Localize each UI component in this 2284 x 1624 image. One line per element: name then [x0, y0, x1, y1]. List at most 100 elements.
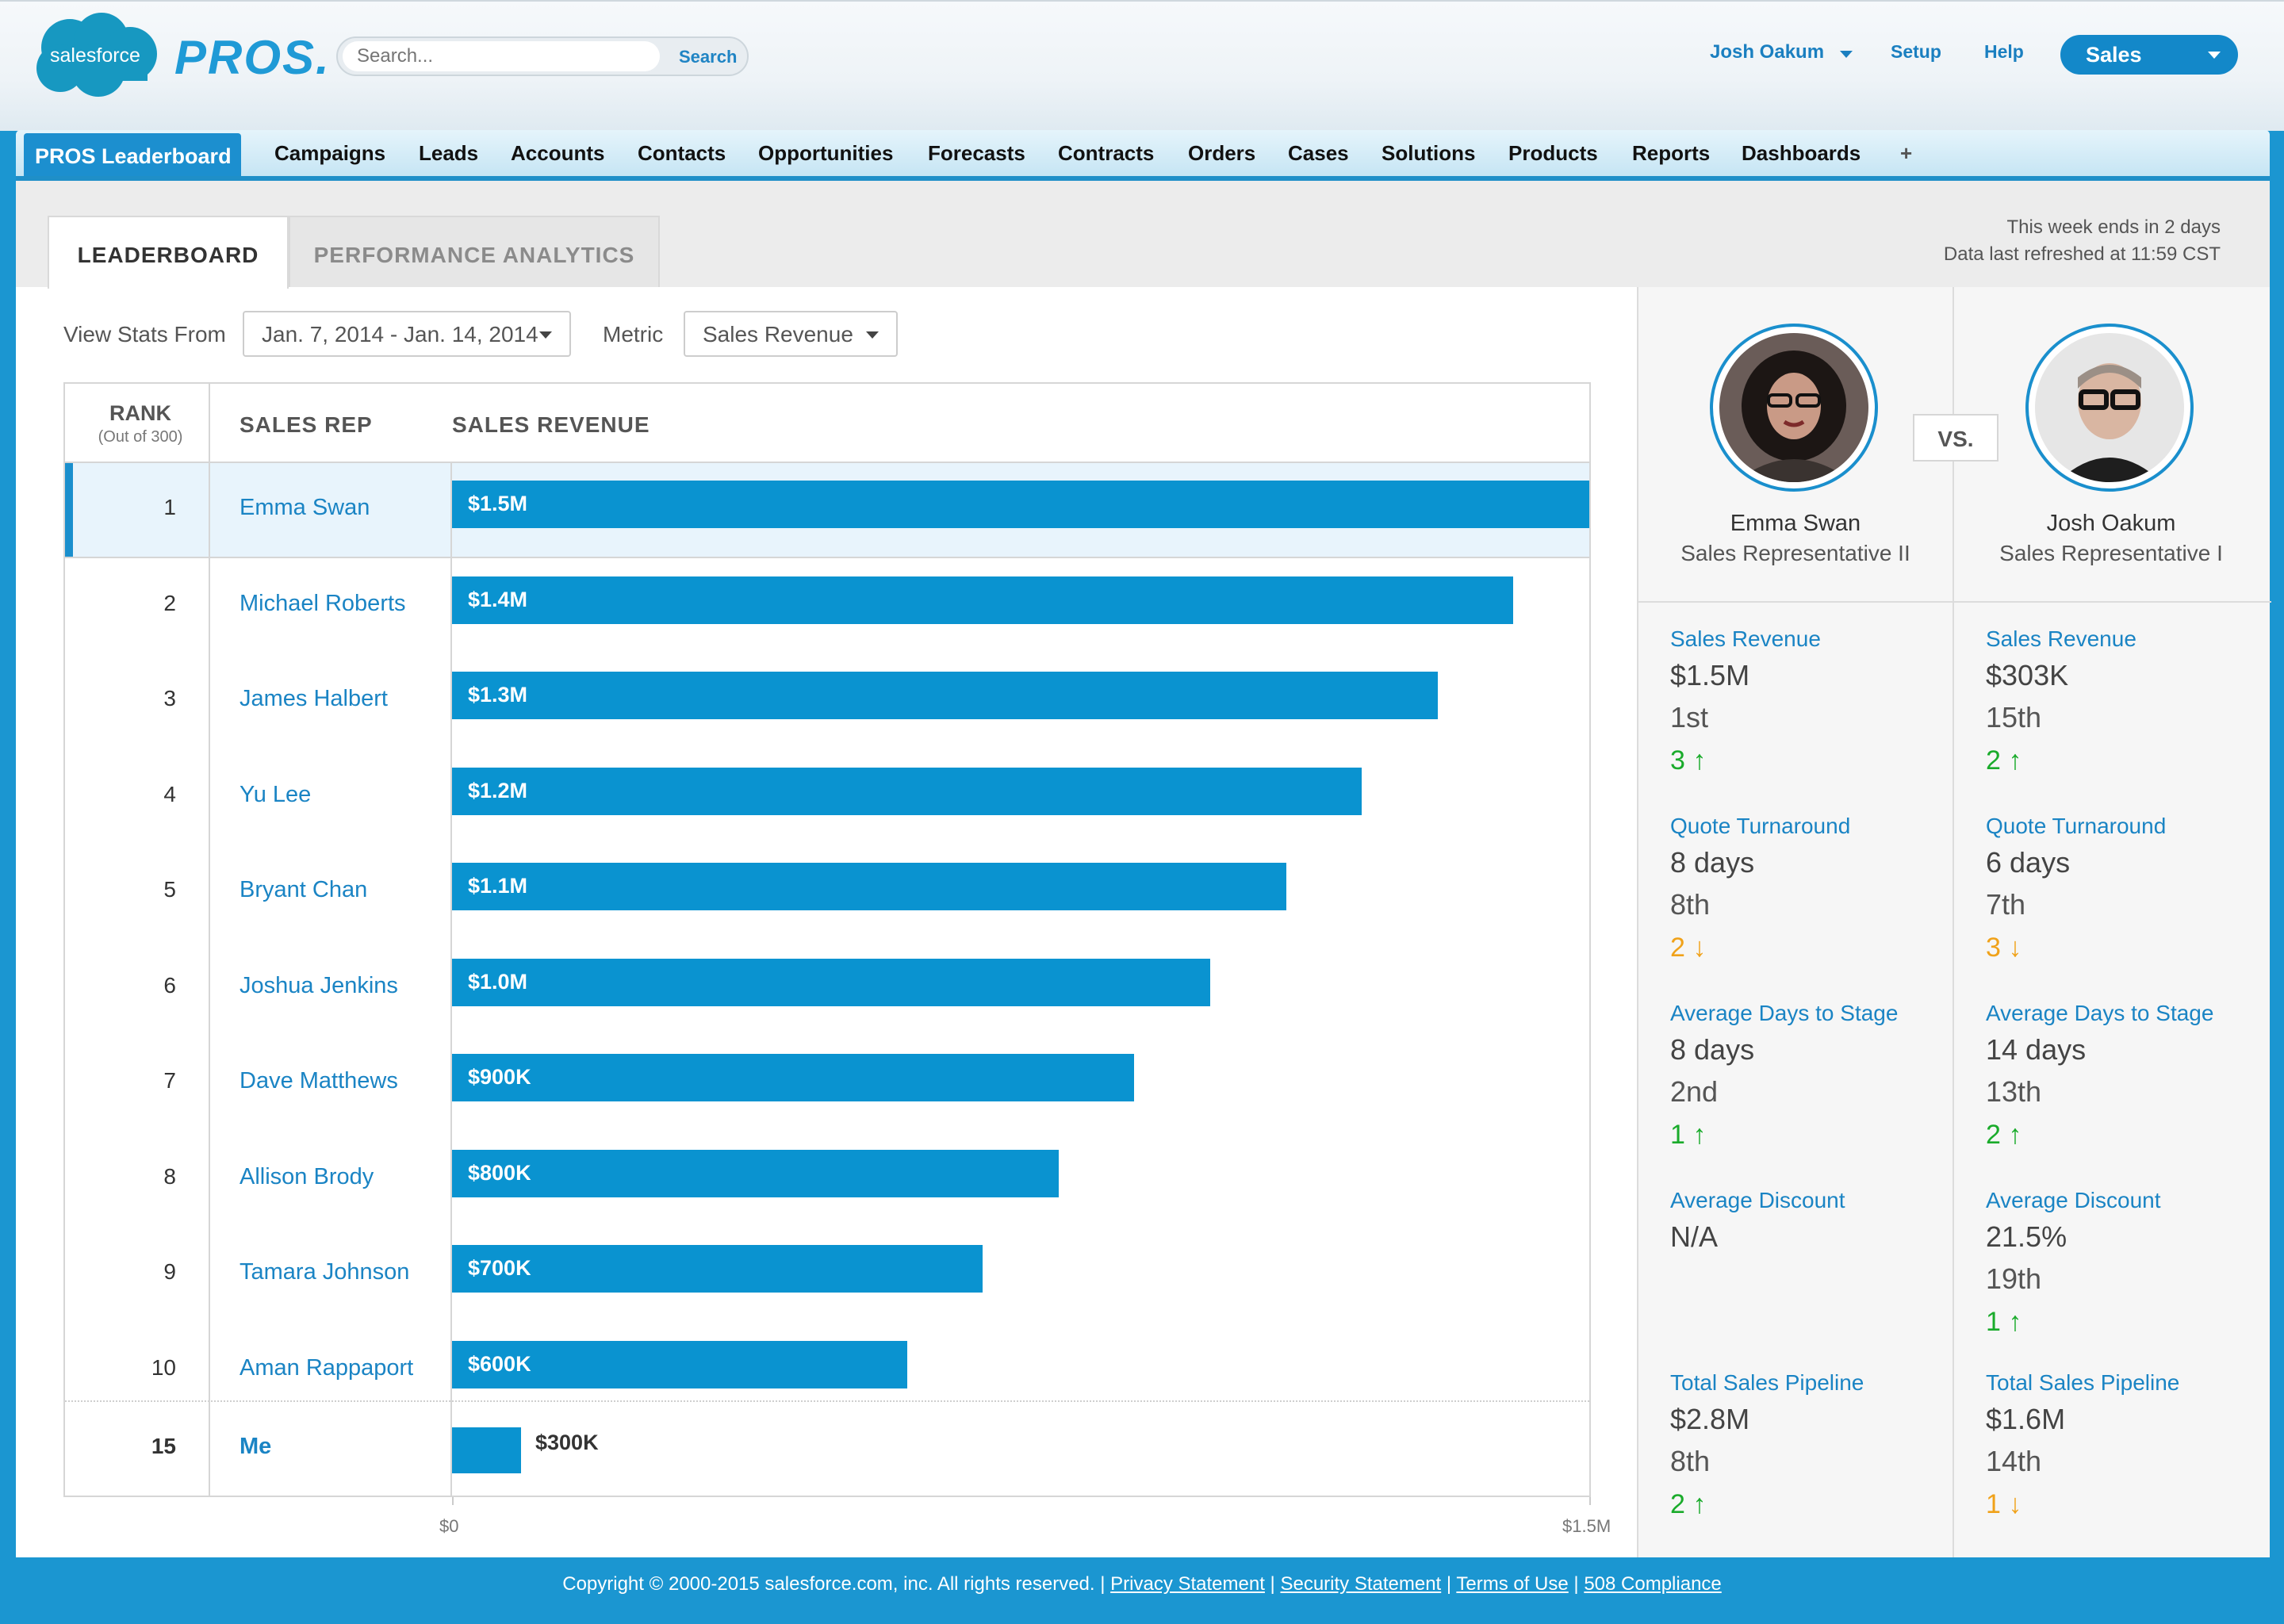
- my-rank-row[interactable]: 15 Me $300K: [65, 1400, 1589, 1496]
- tab-campaigns[interactable]: Campaigns: [274, 141, 385, 166]
- user-menu-caret-icon[interactable]: [1840, 51, 1853, 58]
- view-stats-label: View Stats From: [63, 322, 226, 347]
- bar-value-label: $900K: [468, 1065, 531, 1089]
- tab-accounts[interactable]: Accounts: [511, 141, 604, 166]
- tab-leads[interactable]: Leads: [419, 141, 478, 166]
- table-row[interactable]: 8 Allison Brody $800K: [65, 1132, 1589, 1228]
- date-range-select[interactable]: Jan. 7, 2014 - Jan. 14, 2014: [243, 311, 571, 357]
- stat-value: $1.5M: [1670, 659, 1750, 691]
- tab-orders[interactable]: Orders: [1188, 141, 1255, 166]
- sales-rep-link[interactable]: Dave Matthews: [240, 1068, 398, 1094]
- table-row[interactable]: 9 Tamara Johnson $700K: [65, 1228, 1589, 1323]
- help-link[interactable]: Help: [1984, 41, 2024, 63]
- terms-link[interactable]: Terms of Use: [1456, 1573, 1568, 1595]
- search-input[interactable]: [343, 41, 660, 71]
- sales-rep-link[interactable]: Michael Roberts: [240, 591, 406, 617]
- sales-rep-link[interactable]: Aman Rappaport: [240, 1355, 413, 1381]
- search-box: Search: [336, 36, 749, 76]
- subtab-strip: LEADERBOARD PERFORMANCE ANALYTICS This w…: [16, 181, 2270, 289]
- table-row[interactable]: 6 Joshua Jenkins $1.0M: [65, 941, 1589, 1036]
- main-panel: LEADERBOARD PERFORMANCE ANALYTICS This w…: [16, 181, 2271, 1557]
- sales-rep-link[interactable]: Yu Lee: [240, 782, 311, 808]
- app-switcher[interactable]: Sales: [2060, 35, 2238, 75]
- arrow-up-icon: ↑: [2000, 1307, 2022, 1337]
- stat-title[interactable]: Average Days to Stage: [1986, 998, 2255, 1029]
- column-divider: [209, 384, 210, 1496]
- revenue-bar[interactable]: $1.0M: [452, 958, 1210, 1006]
- tab-opportunities[interactable]: Opportunities: [758, 141, 893, 166]
- privacy-link[interactable]: Privacy Statement: [1110, 1573, 1265, 1595]
- compliance-508-link[interactable]: 508 Compliance: [1584, 1573, 1721, 1595]
- arrow-down-icon: ↓: [2000, 1489, 2022, 1519]
- stat-title[interactable]: Total Sales Pipeline: [1670, 1367, 1940, 1399]
- table-row[interactable]: 5 Bryant Chan $1.1M: [65, 845, 1589, 940]
- revenue-bar[interactable]: $1.3M: [452, 672, 1438, 719]
- tab-products[interactable]: Products: [1508, 141, 1598, 166]
- revenue-bar[interactable]: $1.1M: [452, 863, 1286, 910]
- revenue-bar[interactable]: $600K: [452, 1340, 907, 1388]
- security-link[interactable]: Security Statement: [1280, 1573, 1441, 1595]
- tab-contacts[interactable]: Contacts: [638, 141, 726, 166]
- table-row[interactable]: 7 Dave Matthews $900K: [65, 1036, 1589, 1132]
- stat-title[interactable]: Sales Revenue: [1670, 623, 1940, 655]
- avatar-josh-oakum-image: [2035, 333, 2184, 482]
- revenue-bar[interactable]: $1.4M: [452, 576, 1513, 624]
- revenue-bar[interactable]: $900K: [452, 1054, 1134, 1101]
- sales-rep-link[interactable]: Me: [240, 1434, 271, 1460]
- sales-rep-link[interactable]: Allison Brody: [240, 1164, 374, 1190]
- revenue-bar[interactable]: $1.2M: [452, 767, 1362, 815]
- tab-leaderboard[interactable]: LEADERBOARD: [48, 216, 289, 289]
- revenue-bar[interactable]: [452, 1427, 521, 1473]
- avatar-emma-swan[interactable]: [1710, 324, 1878, 492]
- tab-contracts[interactable]: Contracts: [1058, 141, 1154, 166]
- bar-value-label: $1.2M: [468, 778, 528, 802]
- stat-rank: 14th: [1986, 1445, 2042, 1477]
- pros-logo[interactable]: PROS.: [174, 30, 331, 85]
- sales-rep-link[interactable]: James Halbert: [240, 686, 388, 712]
- table-row[interactable]: 1 Emma Swan $1.5M: [65, 463, 1589, 558]
- avatar-josh-oakum[interactable]: [2025, 324, 2194, 492]
- table-row[interactable]: 4 Yu Lee $1.2M: [65, 750, 1589, 845]
- stat-title[interactable]: Total Sales Pipeline: [1986, 1367, 2255, 1399]
- stat-change-value: 3: [1986, 933, 2001, 963]
- bar-value-label: $700K: [468, 1256, 531, 1280]
- table-row[interactable]: 2 Michael Roberts $1.4M: [65, 559, 1589, 654]
- metric-select[interactable]: Sales Revenue: [684, 311, 898, 357]
- salesforce-logo[interactable]: salesforce: [29, 6, 162, 100]
- stat-title[interactable]: Average Days to Stage: [1670, 998, 1940, 1029]
- sales-rep-link[interactable]: Tamara Johnson: [240, 1259, 409, 1285]
- revenue-bar[interactable]: $1.5M: [452, 481, 1589, 528]
- stat-title[interactable]: Quote Turnaround: [1670, 810, 1940, 842]
- tab-dashboards[interactable]: Dashboards: [1742, 141, 1861, 166]
- tab-forecasts[interactable]: Forecasts: [928, 141, 1025, 166]
- sales-rep-link[interactable]: Emma Swan: [240, 495, 370, 521]
- stat-title[interactable]: Sales Revenue: [1986, 623, 2255, 655]
- stat-title[interactable]: Quote Turnaround: [1986, 810, 2255, 842]
- left-person-name: Emma Swan: [1730, 511, 1861, 536]
- sales-rep-link[interactable]: Joshua Jenkins: [240, 973, 398, 999]
- tab-solutions[interactable]: Solutions: [1382, 141, 1475, 166]
- search-button[interactable]: Search: [668, 43, 748, 71]
- bar-value-label: $1.0M: [468, 969, 528, 994]
- stat-value: 6 days: [1986, 846, 2071, 879]
- right-person-name: Josh Oakum: [2046, 511, 2176, 536]
- stat-change-value: 2: [1670, 1489, 1685, 1519]
- stat-rank: 2nd: [1670, 1075, 1719, 1108]
- stat-block: Quote Turnaround 6 days 7th 3 ↓: [1986, 810, 2255, 969]
- comparison-hr: [1638, 601, 2271, 603]
- stat-title[interactable]: Average Discount: [1670, 1185, 1940, 1216]
- revenue-bar[interactable]: $800K: [452, 1149, 1059, 1197]
- table-row[interactable]: 3 James Halbert $1.3M: [65, 654, 1589, 749]
- setup-link[interactable]: Setup: [1891, 41, 1941, 63]
- stat-block: Sales Revenue $303K 15th 2 ↑: [1986, 623, 2255, 782]
- user-menu[interactable]: Josh Oakum: [1710, 41, 1824, 63]
- stat-rank: 19th: [1986, 1262, 2042, 1295]
- sales-rep-link[interactable]: Bryant Chan: [240, 877, 367, 903]
- add-tab-plus-icon[interactable]: +: [1900, 141, 1912, 166]
- tab-reports[interactable]: Reports: [1632, 141, 1710, 166]
- tab-cases[interactable]: Cases: [1288, 141, 1349, 166]
- stat-title[interactable]: Average Discount: [1986, 1185, 2255, 1216]
- tab-pros-leaderboard[interactable]: PROS Leaderboard: [24, 133, 241, 176]
- revenue-bar[interactable]: $700K: [452, 1245, 983, 1293]
- tab-performance-analytics[interactable]: PERFORMANCE ANALYTICS: [289, 216, 660, 287]
